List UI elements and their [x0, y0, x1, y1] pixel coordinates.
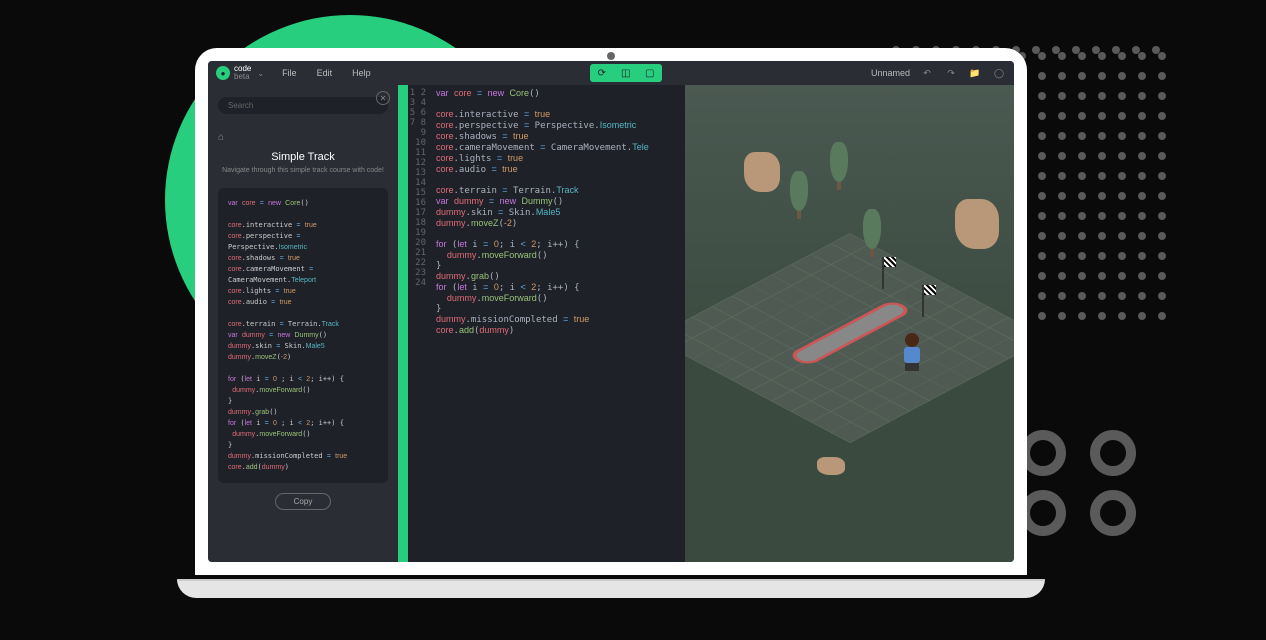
tree — [830, 142, 848, 190]
rock — [955, 199, 999, 249]
top-toolbar: ● code beta ⌄ File Edit Help ⟳ ◫ ▢ Unnam… — [208, 61, 1014, 85]
menu-edit[interactable]: Edit — [317, 68, 333, 78]
rock — [817, 457, 845, 475]
search-input[interactable]: Search — [218, 97, 388, 114]
close-icon[interactable]: ✕ — [376, 91, 390, 105]
rock — [744, 152, 780, 192]
logo-icon: ● — [216, 66, 230, 80]
chevron-down-icon: ⌄ — [257, 69, 264, 78]
finish-flag — [882, 257, 884, 289]
lesson-title: Simple Track — [218, 151, 388, 163]
decorative-ring — [1090, 430, 1136, 476]
tree — [863, 209, 881, 257]
scene — [685, 85, 1014, 562]
project-name[interactable]: Unnamed — [871, 68, 910, 78]
decorative-ring — [1090, 490, 1136, 536]
main-area: ✕ Search ⌂ Simple Track Navigate through… — [208, 85, 1014, 562]
app-sub: beta — [234, 73, 251, 81]
copy-button[interactable]: Copy — [275, 493, 332, 510]
tree — [790, 171, 808, 219]
split-button[interactable]: ◫ — [614, 64, 638, 82]
camera-dot — [607, 52, 615, 60]
refresh-button[interactable]: ⟳ — [590, 64, 614, 82]
accent-bar — [398, 85, 408, 562]
screen-bezel: ● code beta ⌄ File Edit Help ⟳ ◫ ▢ Unnam… — [195, 48, 1027, 575]
laptop-frame: ● code beta ⌄ File Edit Help ⟳ ◫ ▢ Unnam… — [195, 48, 1027, 598]
folder-icon[interactable]: 📁 — [968, 66, 982, 80]
fullscreen-button[interactable]: ▢ — [638, 64, 662, 82]
code-editor[interactable]: var core = new Core() core.interactive =… — [430, 85, 685, 562]
game-preview[interactable] — [685, 85, 1014, 562]
app-logo[interactable]: ● code beta ⌄ — [216, 65, 264, 81]
center-controls: ⟳ ◫ ▢ — [590, 64, 662, 82]
user-icon[interactable]: ◯ — [992, 66, 1006, 80]
redo-icon[interactable]: ↷ — [944, 66, 958, 80]
lesson-subtitle: Navigate through this simple track cours… — [218, 167, 388, 174]
undo-icon[interactable]: ↶ — [920, 66, 934, 80]
player-character — [902, 333, 922, 369]
line-gutter: 1 2 3 4 5 6 7 8 9 10 11 12 13 14 15 16 1… — [408, 85, 430, 562]
code-snippet: var core = new Core() core.interactive =… — [218, 188, 388, 483]
right-toolbar: Unnamed ↶ ↷ 📁 ◯ — [871, 66, 1006, 80]
sidebar: ✕ Search ⌂ Simple Track Navigate through… — [208, 85, 398, 562]
menu-help[interactable]: Help — [352, 68, 371, 78]
app-screen: ● code beta ⌄ File Edit Help ⟳ ◫ ▢ Unnam… — [208, 61, 1014, 562]
laptop-base — [177, 579, 1045, 598]
finish-flag — [922, 285, 924, 317]
home-icon[interactable]: ⌂ — [218, 132, 224, 143]
menu-file[interactable]: File — [282, 68, 297, 78]
